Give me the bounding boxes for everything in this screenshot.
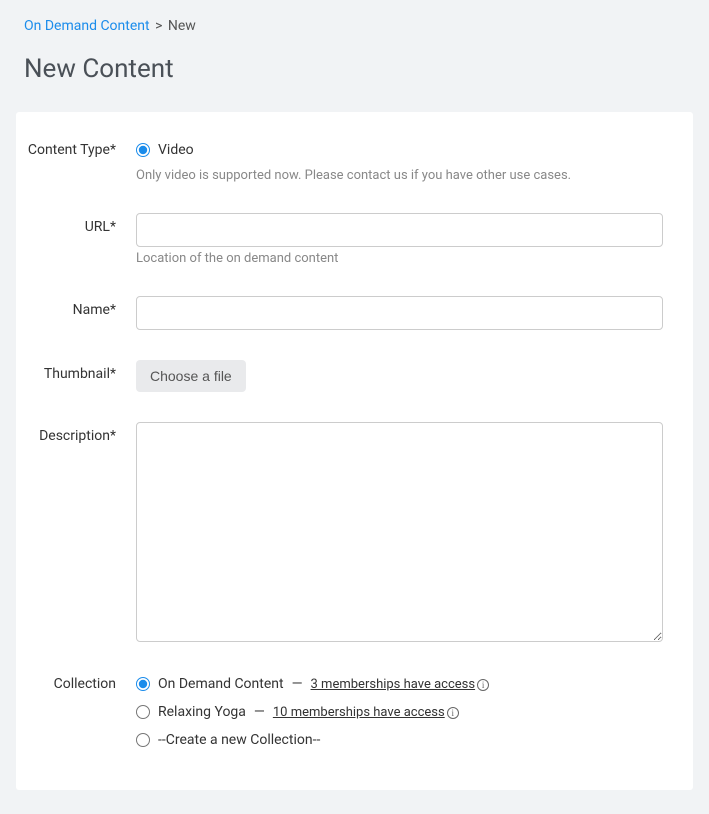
choose-file-button[interactable]: Choose a file: [136, 360, 246, 392]
collection-name-relaxing-yoga: Relaxing Yoga: [158, 704, 246, 720]
url-helper: Location of the on demand content: [136, 251, 663, 266]
collection-create-new-label: --Create a new Collection--: [158, 732, 320, 748]
url-label: URL*: [26, 213, 136, 266]
collection-option-create-new[interactable]: --Create a new Collection--: [136, 732, 663, 748]
content-type-label: Content Type*: [26, 142, 136, 183]
breadcrumb-parent-link[interactable]: On Demand Content: [24, 18, 150, 34]
collection-dash: —: [292, 676, 303, 692]
page-title: New Content: [24, 54, 693, 84]
description-textarea[interactable]: [136, 422, 663, 642]
collection-label: Collection: [26, 676, 136, 760]
collection-dash: —: [254, 704, 265, 720]
collection-option-relaxing-yoga[interactable]: Relaxing Yoga — 10 memberships have acce…: [136, 704, 663, 720]
collection-option-on-demand[interactable]: On Demand Content — 3 memberships have a…: [136, 676, 663, 692]
collection-access-link-relaxing-yoga[interactable]: 10 memberships have accessi: [273, 705, 459, 720]
collection-radio-relaxing-yoga[interactable]: [136, 705, 150, 719]
name-input[interactable]: [136, 296, 663, 330]
breadcrumb-current: New: [168, 18, 196, 34]
name-label: Name*: [26, 296, 136, 330]
form-card: Content Type* Video Only video is suppor…: [16, 112, 693, 790]
content-type-video-label: Video: [158, 142, 194, 158]
collection-access-link-on-demand[interactable]: 3 memberships have accessi: [311, 677, 490, 692]
content-type-video-radio[interactable]: [136, 143, 150, 157]
info-icon: i: [477, 679, 489, 691]
breadcrumb: On Demand Content > New: [24, 18, 693, 34]
collection-radio-on-demand[interactable]: [136, 677, 150, 691]
url-input[interactable]: [136, 213, 663, 247]
thumbnail-label: Thumbnail*: [26, 360, 136, 392]
content-type-helper: Only video is supported now. Please cont…: [136, 168, 663, 183]
description-label: Description*: [26, 422, 136, 646]
info-icon: i: [447, 707, 459, 719]
breadcrumb-separator: >: [155, 18, 162, 34]
collection-radio-create-new[interactable]: [136, 733, 150, 747]
collection-name-on-demand: On Demand Content: [158, 676, 284, 692]
content-type-video-option[interactable]: Video: [136, 142, 663, 158]
